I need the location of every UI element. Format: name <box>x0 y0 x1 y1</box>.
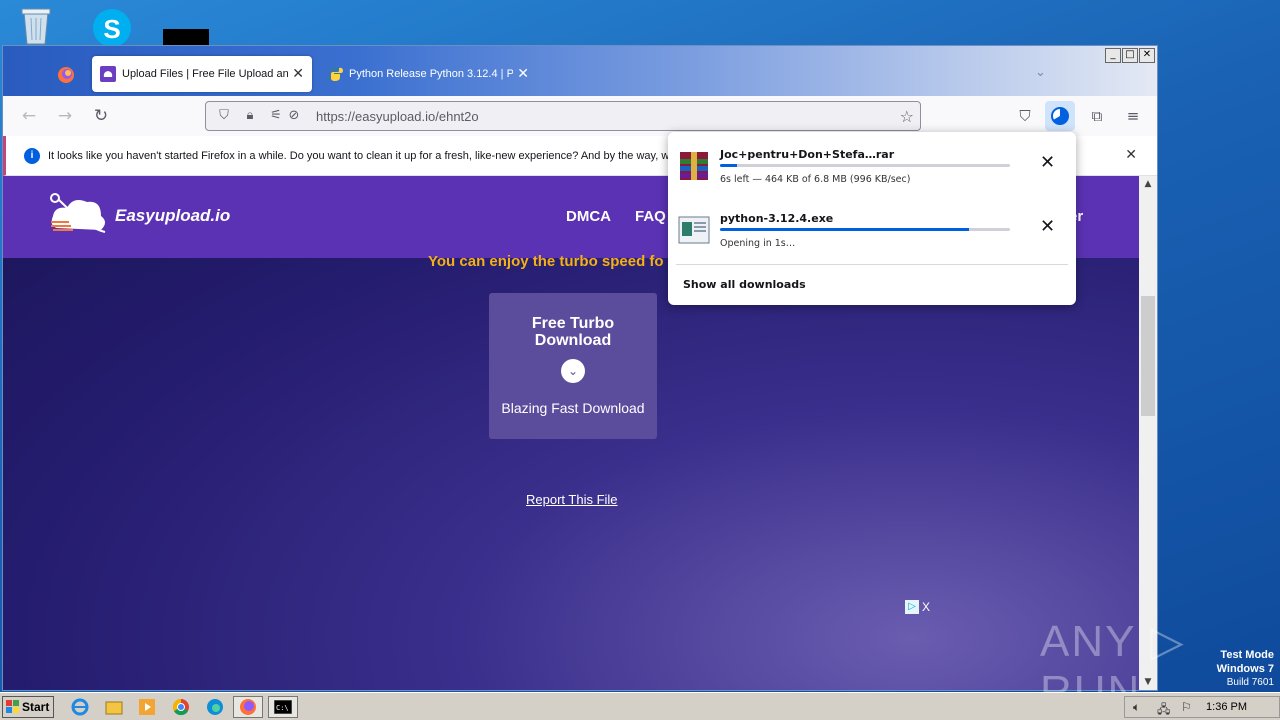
executable-file-icon <box>678 216 710 244</box>
skype-icon[interactable]: S <box>88 8 134 48</box>
network-icon[interactable]: 🖧︎ <box>1157 700 1173 716</box>
media-player-icon[interactable] <box>137 697 157 717</box>
download-filename: Joc+pentru+Don+Stefa…rar <box>720 148 895 161</box>
downloads-panel: Joc+pentru+Don+Stefa…rar 6s left — 464 K… <box>668 132 1076 305</box>
action-center-flag-icon[interactable]: ⚐ <box>1181 700 1197 714</box>
chevron-down-icon: ⌄ <box>561 359 585 383</box>
chrome-icon[interactable] <box>171 697 191 717</box>
download-progress-bar <box>720 164 1010 167</box>
adchoices-icon[interactable]: ▷ <box>905 600 919 614</box>
taskbar-cmd[interactable]: C:\ <box>268 696 298 718</box>
downloads-progress-icon <box>1051 107 1069 125</box>
command-prompt-icon: C:\ <box>273 699 293 715</box>
start-label: Start <box>22 700 50 714</box>
forward-icon[interactable]: → <box>55 106 75 126</box>
list-all-tabs-icon[interactable]: ⌄ <box>1035 64 1046 80</box>
download-progress-fill <box>720 164 738 167</box>
clock[interactable]: 1:36 PM <box>1206 701 1247 713</box>
url-bar[interactable]: ⛉ 🔒︎ ⚟ ⊘ https://easyupload.io/ehnt2o ☆ <box>205 101 921 131</box>
python-favicon-icon <box>327 67 343 81</box>
turbo-title: Free Turbo Download <box>531 315 615 349</box>
pocket-icon[interactable]: ⛉ <box>1013 104 1037 128</box>
site-name[interactable]: Easyupload.io <box>115 206 230 226</box>
downloads-button[interactable] <box>1045 101 1075 131</box>
download-status: 6s left — 464 KB of 6.8 MB (996 KB/sec) <box>720 174 911 185</box>
test-mode-text: Test Mode <box>1220 649 1274 661</box>
tracking-blocked-icon[interactable]: ⊘ <box>286 108 302 124</box>
report-file-link[interactable]: Report This File <box>526 492 618 507</box>
ad-close-button[interactable]: X <box>922 600 930 614</box>
edge-icon[interactable] <box>205 697 225 717</box>
taskbar-firefox[interactable] <box>233 696 263 718</box>
shield-icon[interactable]: ⛉ <box>216 108 232 124</box>
permissions-icon[interactable]: ⚟ <box>268 108 284 124</box>
firefox-icon <box>240 699 256 715</box>
turbo-promo-text: You can enjoy the turbo speed fo <box>428 253 664 270</box>
internet-explorer-icon[interactable] <box>70 697 90 717</box>
os-name: Windows 7 <box>1216 663 1274 675</box>
download-item[interactable]: Joc+pentru+Don+Stefa…rar 6s left — 464 K… <box>678 144 1068 194</box>
nav-faq[interactable]: FAQ <box>635 208 666 225</box>
tab-strip: Upload Files | Free File Upload and ✕ Py… <box>3 46 1157 96</box>
easyupload-favicon-icon <box>100 66 116 82</box>
download-item[interactable]: python-3.12.4.exe Opening in 1s… ✕ <box>678 208 1068 258</box>
hamburger-menu-icon[interactable]: ≡ <box>1121 104 1145 128</box>
minimize-button[interactable]: _ <box>1105 48 1121 63</box>
winrar-archive-icon <box>680 152 708 180</box>
notification-text: It looks like you haven't started Firefo… <box>48 149 668 162</box>
url-text[interactable]: https://easyupload.io/ehnt2o <box>316 109 900 124</box>
page-scrollbar[interactable]: ▲ ▼ <box>1139 176 1157 690</box>
scroll-thumb[interactable] <box>1141 296 1155 416</box>
lock-icon[interactable]: 🔒︎ <box>242 108 258 124</box>
svg-text:C:\: C:\ <box>276 704 289 712</box>
redacted-box <box>163 29 209 45</box>
maximize-button[interactable]: □ <box>1122 48 1138 63</box>
download-progress-fill <box>720 228 970 231</box>
close-tab-icon[interactable]: ✕ <box>292 66 304 82</box>
navigation-toolbar: ← → ↻ ⛉ 🔒︎ ⚟ ⊘ https://easyupload.io/ehn… <box>3 96 1157 136</box>
extensions-icon[interactable]: ⧉ <box>1085 104 1109 128</box>
close-window-button[interactable]: ✕ <box>1139 48 1155 63</box>
volume-icon[interactable]: 🔈︎ <box>1133 700 1149 714</box>
tab-title: Python Release Python 3.12.4 | Py <box>349 68 514 80</box>
download-status: Opening in 1s… <box>720 238 796 249</box>
close-tab-icon[interactable]: ✕ <box>517 66 529 82</box>
ad-choices[interactable]: ▷ X <box>905 600 930 614</box>
reload-icon[interactable]: ↻ <box>91 106 111 126</box>
easyupload-logo-icon[interactable] <box>47 188 111 244</box>
file-explorer-icon[interactable] <box>104 697 124 717</box>
turbo-subtitle: Blazing Fast Download <box>501 400 645 416</box>
turbo-download-button[interactable]: Free Turbo Download ⌄ Blazing Fast Downl… <box>489 293 657 439</box>
start-button[interactable]: Start <box>2 696 54 718</box>
taskbar: Start C:\ 🔈︎ 🖧︎ ⚐ 1:36 PM <box>0 692 1280 720</box>
windows-logo-icon <box>6 700 19 713</box>
info-icon: i <box>24 147 40 164</box>
window-controls: _ □ ✕ <box>1105 48 1155 63</box>
os-build: Build 7601 <box>1226 677 1274 688</box>
recycle-bin-icon[interactable] <box>16 6 56 46</box>
show-all-downloads-link[interactable]: Show all downloads <box>683 278 806 291</box>
tab-title: Upload Files | Free File Upload and <box>122 68 289 80</box>
download-filename: python-3.12.4.exe <box>720 212 834 225</box>
scroll-up-icon[interactable]: ▲ <box>1139 176 1157 192</box>
tab-python[interactable]: Python Release Python 3.12.4 | Py ✕ <box>319 56 537 92</box>
download-progress-bar <box>720 228 1010 231</box>
tab-easyupload[interactable]: Upload Files | Free File Upload and ✕ <box>92 56 312 92</box>
cancel-download-icon[interactable]: ✕ <box>1040 152 1055 173</box>
test-mode-label: Test Mode Windows 7 Build 7601 <box>1217 648 1274 690</box>
system-tray: 🔈︎ 🖧︎ ⚐ 1:36 PM <box>1124 696 1280 718</box>
close-notification-icon[interactable]: ✕ <box>1125 147 1137 163</box>
back-icon[interactable]: ← <box>19 106 39 126</box>
cancel-download-icon[interactable]: ✕ <box>1040 216 1055 237</box>
bookmark-star-icon[interactable]: ☆ <box>900 107 914 126</box>
divider <box>676 264 1068 265</box>
nav-dmca[interactable]: DMCA <box>566 208 611 225</box>
firefox-menu-icon[interactable] <box>57 66 75 84</box>
firefox-window: Upload Files | Free File Upload and ✕ Py… <box>2 45 1158 691</box>
svg-text:S: S <box>103 14 120 44</box>
